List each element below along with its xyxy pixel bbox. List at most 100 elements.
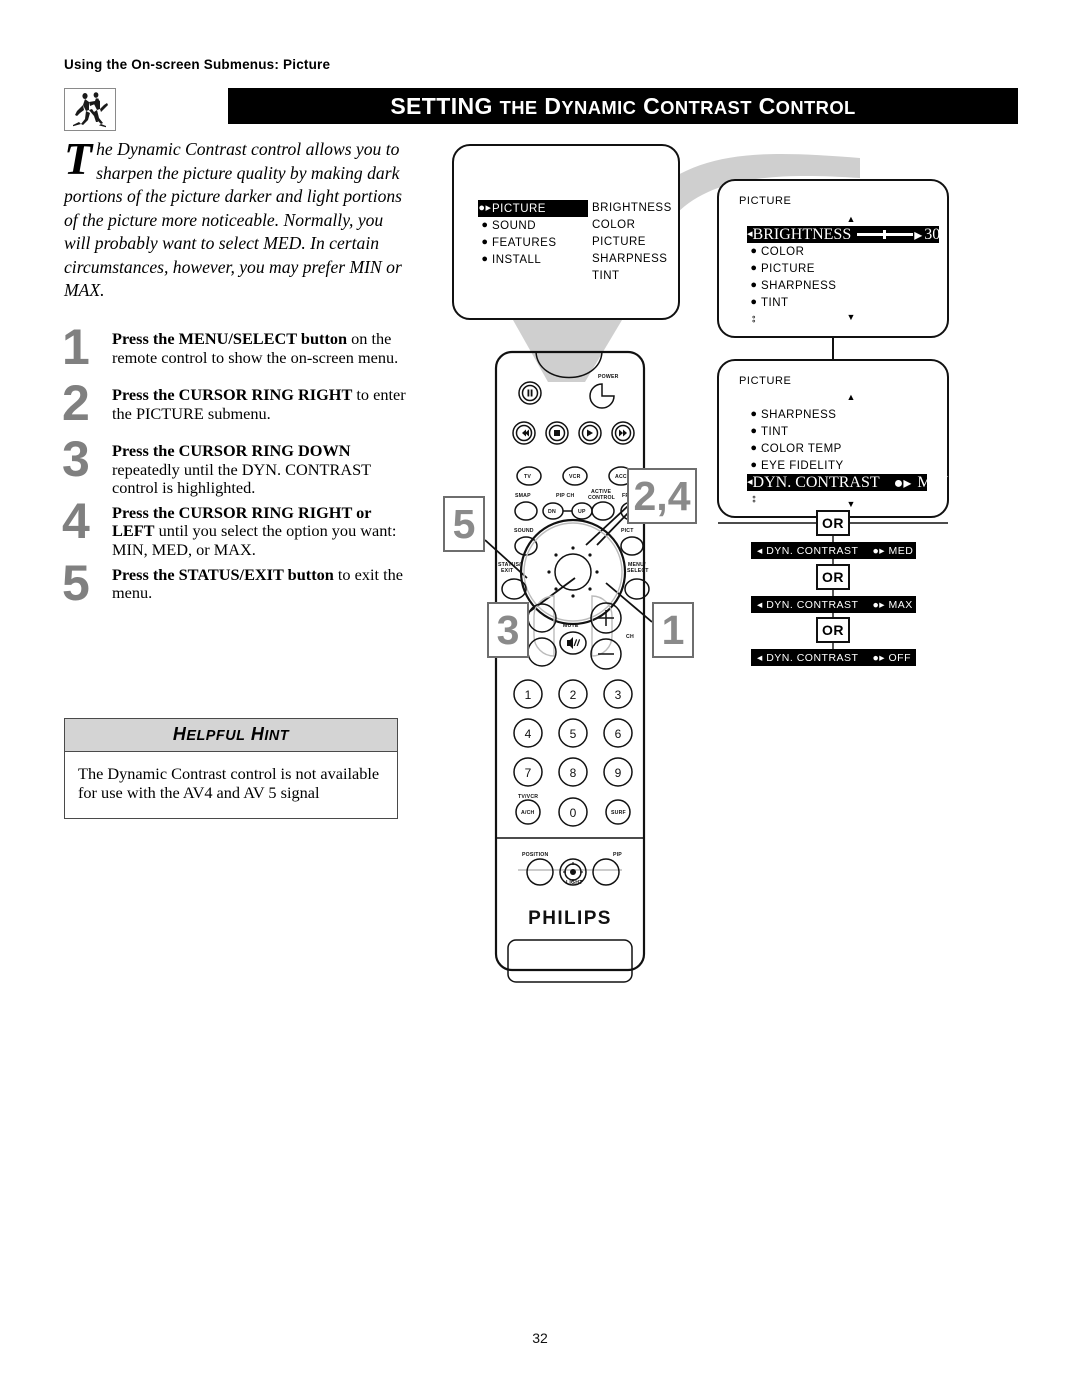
- step-bold: Press the STATUS/EXIT button: [112, 564, 334, 584]
- helpful-hint-box: HELPFUL HINT The Dynamic Contrast contro…: [64, 718, 398, 819]
- osd-item-label: SOUND: [492, 219, 537, 232]
- step-5: 5 Press the STATUS/EXIT button to exit t…: [62, 558, 407, 616]
- svg-text:CONTROL: CONTROL: [588, 495, 616, 501]
- cursor-right-icon: ●▸: [872, 598, 889, 611]
- slider-knob[interactable]: [883, 230, 887, 239]
- osd-item-color[interactable]: ● COLOR: [747, 243, 907, 260]
- brightness-slider[interactable]: ▸: [857, 225, 922, 245]
- cursor-left-icon: ◂: [757, 651, 767, 664]
- osd-item-color-temp[interactable]: ● COLOR TEMP: [747, 440, 917, 457]
- intro-paragraph: The Dynamic Contrast control allows you …: [64, 133, 404, 303]
- osd-item-picture[interactable]: ●▸ PICTURE: [478, 200, 588, 217]
- or-box-1: OR: [816, 510, 850, 536]
- osd-submenu-tint[interactable]: TINT: [592, 268, 672, 285]
- osd-picture-panel-2: PICTURE ▲ ● SHARPNESS ● TINT ● COLOR TEMP ●…: [717, 359, 949, 518]
- svg-text:UP: UP: [578, 509, 586, 515]
- osd-item-eye-fidelity[interactable]: ● EYE FIDELITY: [747, 457, 917, 474]
- helpful-hint-body: The Dynamic Contrast control is not avai…: [78, 764, 380, 802]
- step-text: Press the CURSOR RING RIGHT or LEFT unti…: [112, 503, 407, 560]
- more-items-icon: ⦂: [752, 313, 756, 325]
- intro-dropcap: T: [64, 133, 93, 184]
- osd-item-sharpness[interactable]: ● SHARPNESS: [747, 277, 907, 294]
- svg-text:PICT: PICT: [621, 528, 634, 534]
- option-bar-off[interactable]: ◂ DYN. CONTRAST ●▸ OFF: [751, 649, 916, 666]
- more-items-icon: ⦂: [752, 493, 756, 505]
- osd-item-tint[interactable]: ● TINT: [747, 423, 917, 440]
- step-rest: repeatedly until the DYN. CONTRAST contr…: [112, 459, 371, 498]
- option-bar-label: DYN. CONTRAST: [766, 651, 859, 664]
- option-bar-value: MED: [888, 544, 914, 557]
- option-bar-label: DYN. CONTRAST: [766, 598, 859, 611]
- option-bar-max[interactable]: ◂ DYN. CONTRAST ●▸ MAX: [751, 596, 916, 613]
- osd-main-menu: ●▸ PICTURE ● SOUND ● FEATURES ● INSTALL BRIG…: [452, 144, 680, 320]
- dyn-contrast-value: MIN: [917, 473, 949, 491]
- osd-item-install[interactable]: ● INSTALL: [478, 251, 588, 268]
- step-number: 4: [62, 492, 90, 549]
- page-title: SETTING THE DYNAMIC CONTRAST CONTROL: [228, 88, 1018, 124]
- scroll-up-icon: ▲: [846, 214, 856, 224]
- step-3: 3 Press the CURSOR RING DOWN repeatedly …: [62, 434, 407, 498]
- osd-item-features[interactable]: ● FEATURES: [478, 234, 588, 251]
- step-bold: Press the MENU/SELECT button: [112, 329, 348, 348]
- osd-item-label: EYE FIDELITY: [761, 459, 844, 472]
- brightness-value: 30: [924, 225, 941, 243]
- page-number: 32: [532, 1330, 548, 1346]
- or-box-3: OR: [816, 617, 850, 643]
- step-number: 2: [62, 375, 90, 431]
- osd-item-sound[interactable]: ● SOUND: [478, 217, 588, 234]
- svg-text:9: 9: [615, 766, 622, 780]
- running-head: Using the On-screen Submenus: Picture: [64, 57, 331, 72]
- osd-item-label: TINT: [761, 425, 789, 438]
- step-number: 5: [62, 554, 90, 611]
- bullet-icon: ●: [750, 262, 758, 274]
- osd-item-label: FEATURES: [492, 236, 557, 249]
- intro-text: he Dynamic Contrast control allows you t…: [64, 139, 403, 300]
- osd-submenu-picture[interactable]: PICTURE: [592, 234, 672, 251]
- osd-item-sharpness[interactable]: ● SHARPNESS: [747, 406, 917, 423]
- option-bar-med[interactable]: ◂ DYN. CONTRAST ●▸ MED: [751, 542, 916, 559]
- step-number: 3: [62, 431, 90, 487]
- step-4: 4 Press the CURSOR RING RIGHT or LEFT un…: [62, 496, 407, 560]
- cursor-left-icon: ◂: [757, 598, 767, 611]
- step-text: Press the STATUS/EXIT button to exit the…: [112, 564, 407, 603]
- osd-submenu-brightness[interactable]: BRIGHTNESS: [592, 200, 672, 217]
- helpful-hint-heading-text: HELPFUL HINT: [172, 724, 290, 744]
- svg-text:SELECT: SELECT: [627, 568, 649, 574]
- callout-3: 3: [487, 602, 529, 658]
- bullet-icon: ●: [750, 279, 758, 291]
- callout-1: 1: [652, 602, 694, 658]
- manual-page: Using the On-screen Submenus: Picture SE…: [0, 0, 1080, 1397]
- osd-row-dyn-contrast[interactable]: ◂ DYN. CONTRAST ●▸ MIN: [747, 474, 948, 492]
- osd-panel-title: PICTURE: [739, 375, 792, 387]
- bullet-icon: ●: [750, 459, 758, 471]
- bullet-icon: ●: [481, 219, 489, 231]
- svg-text:A/CH: A/CH: [521, 810, 535, 816]
- osd-row-brightness[interactable]: ◂ BRIGHTNESS ▸ 30: [747, 225, 941, 245]
- page-title-text: SETTING THE DYNAMIC CONTRAST CONTROL: [390, 92, 856, 119]
- svg-text:DN: DN: [548, 509, 556, 515]
- osd-item-label: PICTURE: [492, 202, 546, 215]
- step-bold: Press the CURSOR RING DOWN: [112, 441, 351, 460]
- osd-picture-panel-1: PICTURE ▲ ◂ BRIGHTNESS ▸ 30 ● COLOR ● PICTU…: [717, 179, 949, 338]
- svg-text:PHILIPS: PHILIPS: [528, 908, 612, 929]
- osd-item-tint[interactable]: ● TINT: [747, 294, 907, 311]
- cursor-right-icon: ●▸: [478, 202, 492, 214]
- svg-text:CH: CH: [626, 634, 634, 640]
- osd-submenu-sharpness[interactable]: SHARPNESS: [592, 251, 672, 268]
- svg-text:0: 0: [570, 806, 577, 820]
- osd-item-more: ⦂: [747, 311, 907, 328]
- svg-text:TV/VCR: TV/VCR: [518, 794, 538, 800]
- cursor-left-icon: ◂: [757, 544, 767, 557]
- svg-text:ACC: ACC: [615, 474, 627, 480]
- cursor-right-icon: ●▸: [872, 651, 889, 664]
- bullet-icon: ●: [750, 245, 758, 257]
- svg-text:LIGHT: LIGHT: [566, 880, 583, 886]
- bullet-icon: ●: [481, 236, 489, 248]
- osd-item-picture[interactable]: ● PICTURE: [747, 260, 907, 277]
- osd-main-right-column: BRIGHTNESS COLOR PICTURE SHARPNESS TINT: [592, 200, 672, 285]
- step-text: Press the CURSOR RING DOWN repeatedly un…: [112, 441, 407, 498]
- osd-submenu-color[interactable]: COLOR: [592, 217, 672, 234]
- callout-2-4: 2,4: [627, 468, 697, 524]
- bullet-icon: ●: [481, 253, 489, 265]
- svg-text:8: 8: [570, 766, 577, 780]
